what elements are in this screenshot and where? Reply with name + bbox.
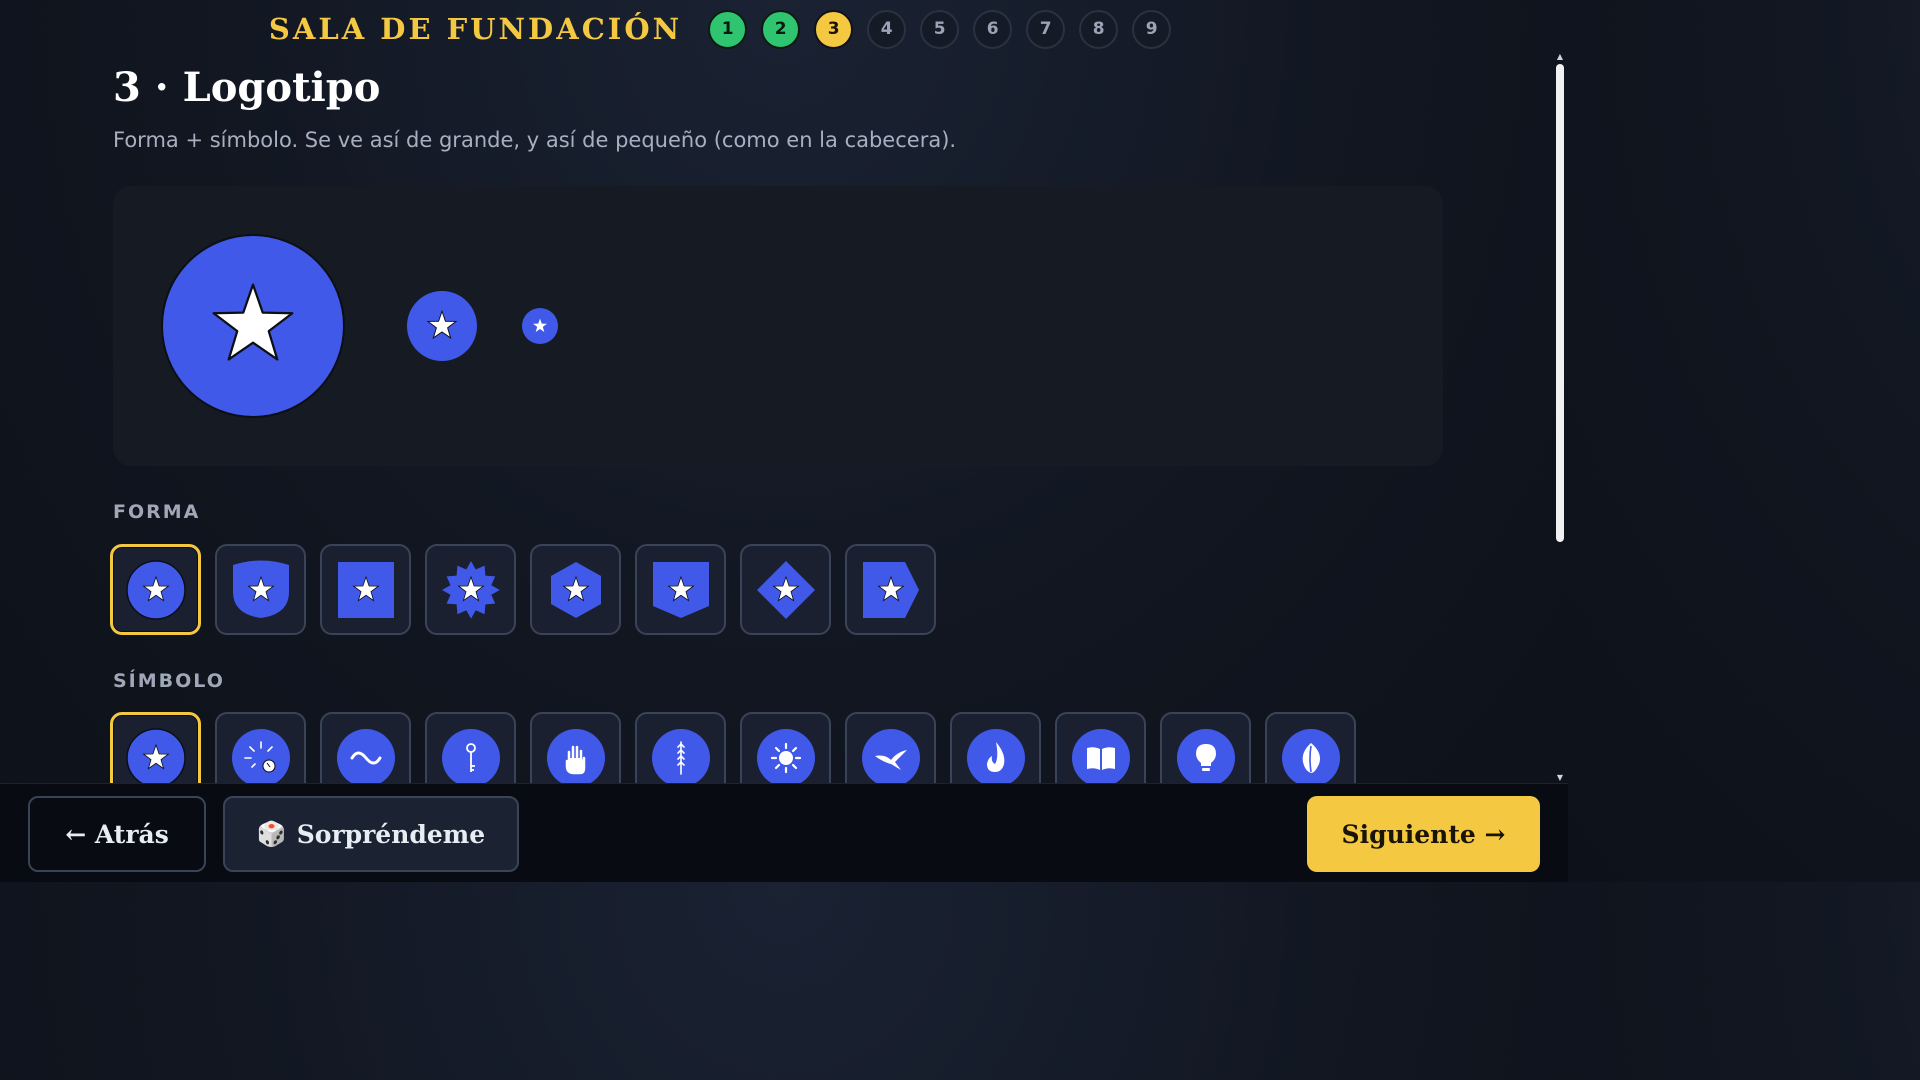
shape-arrow-option[interactable] <box>845 544 936 635</box>
simbolo-label: SÍMBOLO <box>113 670 225 692</box>
bird-icon <box>861 728 920 783</box>
shape-banner-option[interactable] <box>635 544 726 635</box>
wave-icon <box>336 728 395 783</box>
symbol-book-option[interactable] <box>1055 712 1146 783</box>
surprise-button[interactable]: 🎲 Sorpréndeme <box>223 796 519 872</box>
shape-shield-option[interactable] <box>215 544 306 635</box>
book-icon <box>1071 728 1130 783</box>
diamond-shape-icon <box>756 560 815 619</box>
shape-seal-option[interactable] <box>425 544 516 635</box>
bulb-icon <box>1176 728 1235 783</box>
shield-shape-icon <box>232 560 289 618</box>
scroll-thumb[interactable] <box>1556 64 1564 542</box>
step-7[interactable]: 7 <box>1026 9 1066 49</box>
footer-bar: ← Atrás 🎲 Sorpréndeme Siguiente → <box>0 783 1568 882</box>
flame-icon <box>966 728 1025 783</box>
scroll-up-icon[interactable]: ▲ <box>1555 52 1565 62</box>
main-content: 3 · Logotipo Forma + símbolo. Se ve así … <box>0 58 1552 783</box>
wheat-icon <box>651 728 710 783</box>
symbol-hand-option[interactable] <box>530 712 621 783</box>
next-button[interactable]: Siguiente → <box>1307 796 1540 872</box>
key-icon <box>441 728 500 783</box>
symbol-leaf-option[interactable] <box>1265 712 1356 783</box>
symbol-flame-option[interactable] <box>950 712 1041 783</box>
logo-preview-small <box>522 308 558 344</box>
symbol-spark-option[interactable] <box>215 712 306 783</box>
scrollbar[interactable]: ▲ ▼ <box>1554 52 1566 783</box>
step-1[interactable]: 1 <box>708 9 748 49</box>
step-4[interactable]: 4 <box>867 9 907 49</box>
symbol-key-option[interactable] <box>425 712 516 783</box>
step-5[interactable]: 5 <box>920 9 960 49</box>
shape-hexagon-option[interactable] <box>530 544 621 635</box>
surprise-label: Sorpréndeme <box>296 819 486 849</box>
page-title: 3 · Logotipo <box>113 64 381 111</box>
step-2[interactable]: 2 <box>761 9 801 49</box>
spark-icon <box>231 728 290 783</box>
sun-icon <box>756 728 815 783</box>
shape-circle-option[interactable] <box>110 544 201 635</box>
simbolo-options <box>110 712 1356 783</box>
step-8[interactable]: 8 <box>1079 9 1119 49</box>
logo-preview-large <box>161 234 345 418</box>
hexagon-shape-icon <box>550 561 601 618</box>
symbol-sun-option[interactable] <box>740 712 831 783</box>
top-bar: SALA DE FUNDACIÓN 1 2 3 4 5 6 7 8 9 <box>0 0 1568 58</box>
page-subtitle: Forma + símbolo. Se ve así de grande, y … <box>113 128 957 152</box>
shape-diamond-option[interactable] <box>740 544 831 635</box>
arrow-shape-icon <box>862 561 919 618</box>
star-icon <box>426 310 458 340</box>
logo-preview <box>113 186 1443 466</box>
leaf-icon <box>1281 728 1340 783</box>
scroll-down-icon[interactable]: ▼ <box>1555 773 1565 783</box>
star-icon <box>533 318 547 332</box>
step-indicator: 1 2 3 4 5 6 7 8 9 <box>708 9 1172 49</box>
hand-icon <box>546 728 605 783</box>
step-6[interactable]: 6 <box>973 9 1013 49</box>
star-icon <box>125 727 186 783</box>
symbol-wheat-option[interactable] <box>635 712 726 783</box>
circle-shape-icon <box>125 559 186 620</box>
symbol-star-option[interactable] <box>110 712 201 783</box>
step-9[interactable]: 9 <box>1132 9 1172 49</box>
shape-square-option[interactable] <box>320 544 411 635</box>
brand-title: SALA DE FUNDACIÓN <box>268 12 683 46</box>
symbol-bulb-option[interactable] <box>1160 712 1251 783</box>
symbol-bird-option[interactable] <box>845 712 936 783</box>
step-3[interactable]: 3 <box>814 9 854 49</box>
forma-label: FORMA <box>113 501 201 523</box>
symbol-wave-option[interactable] <box>320 712 411 783</box>
back-button[interactable]: ← Atrás <box>28 796 206 872</box>
star-icon <box>212 283 294 361</box>
banner-shape-icon <box>652 561 709 618</box>
square-shape-icon <box>337 561 394 618</box>
logo-preview-medium <box>407 291 477 361</box>
dice-icon: 🎲 <box>256 820 287 848</box>
forma-options <box>110 544 936 635</box>
seal-shape-icon <box>441 560 500 619</box>
